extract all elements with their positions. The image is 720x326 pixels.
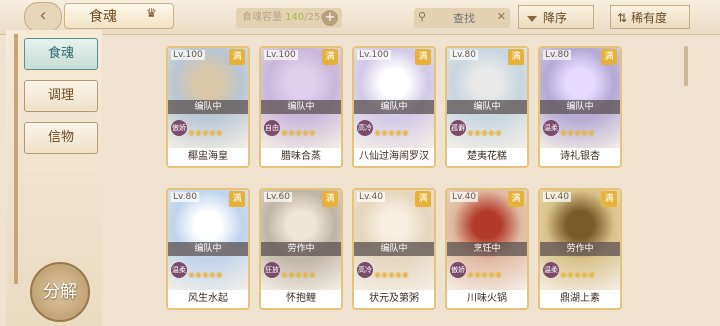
star-rating: ◉◉◉◉◉ — [188, 270, 223, 279]
character-name: 楚夷花糕 — [447, 148, 527, 166]
max-badge: 满 — [601, 49, 617, 65]
personality-badge: 温柔 — [543, 120, 559, 136]
max-badge: 满 — [508, 191, 524, 207]
star-rating: ◉◉◉◉◉ — [281, 270, 316, 279]
scrollbar[interactable] — [684, 46, 688, 86]
character-name: 风生水起 — [168, 290, 248, 308]
max-badge: 满 — [229, 191, 245, 207]
food-soul-card[interactable]: Lv.100 满编队中高冷 ◉◉◉◉◉ 八仙过海闹罗汉 — [352, 46, 436, 168]
search-input[interactable] — [434, 8, 494, 28]
level-label: Lv.80 — [543, 50, 571, 60]
level-label: Lv.100 — [357, 50, 391, 60]
top-bar: ‹ 食魂 ♛ 食魂容量 140/250 + ⚲ ✕ 降序 ⇅稀有度 — [0, 0, 720, 35]
character-name: 鼎湖上素 — [540, 290, 620, 308]
star-rating: ◉◉◉◉◉ — [560, 270, 595, 279]
tab-tuning[interactable]: 调理 — [24, 80, 98, 112]
personality-badge: 傲娇 — [171, 120, 187, 136]
personality-badge: 傲娇 — [450, 262, 466, 278]
tab-token[interactable]: 信物 — [24, 122, 98, 154]
max-badge: 满 — [322, 49, 338, 65]
max-badge: 满 — [322, 191, 338, 207]
food-soul-card[interactable]: Lv.100 满编队中自由 ◉◉◉◉◉ 腊味合蒸 — [259, 46, 343, 168]
level-label: Lv.40 — [357, 192, 385, 202]
tab-food-soul[interactable]: 食魂 — [24, 38, 98, 70]
character-name: 川味火锅 — [447, 290, 527, 308]
capacity-current: 140 — [285, 12, 305, 23]
status-label: 编队中 — [354, 242, 434, 256]
clear-search-icon[interactable]: ✕ — [497, 10, 506, 23]
max-badge: 满 — [415, 49, 431, 65]
level-label: Lv.40 — [543, 192, 571, 202]
sidebar-rail — [14, 34, 18, 284]
max-badge: 满 — [601, 191, 617, 207]
add-capacity-button[interactable]: + — [322, 10, 338, 26]
sort-key-button[interactable]: ⇅ 稀有度 — [610, 5, 690, 29]
max-badge: 满 — [508, 49, 524, 65]
star-rating: ◉◉◉◉◉ — [281, 128, 316, 137]
status-label: 编队中 — [447, 100, 527, 114]
search-icon: ⚲ — [418, 10, 427, 23]
food-soul-card[interactable]: Lv.80 满编队中温柔 ◉◉◉◉◉ 风生水起 — [166, 188, 250, 310]
level-label: Lv.100 — [264, 50, 298, 60]
personality-badge: 孤僻 — [450, 120, 466, 136]
character-name: 八仙过海闹罗汉 — [354, 148, 434, 166]
star-rating: ◉◉◉◉◉ — [374, 270, 409, 279]
sort-icon: ⇅ — [617, 11, 628, 25]
search-box[interactable]: ⚲ ✕ — [414, 8, 510, 28]
level-label: Lv.80 — [450, 50, 478, 60]
food-soul-card[interactable]: Lv.80 满编队中孤僻 ◉◉◉◉◉ 楚夷花糕 — [445, 46, 529, 168]
personality-badge: 高冷 — [357, 120, 373, 136]
character-name: 腊味合蒸 — [261, 148, 341, 166]
crown-icon: ♛ — [146, 6, 157, 20]
star-rating: ◉◉◉◉◉ — [188, 128, 223, 137]
sort-arrow-icon — [527, 15, 537, 22]
personality-badge: 自由 — [264, 120, 280, 136]
decompose-button[interactable]: 分解 — [30, 262, 90, 322]
personality-badge: 狂放 — [264, 262, 280, 278]
status-label: 烹饪中 — [447, 242, 527, 256]
character-name: 状元及第粥 — [354, 290, 434, 308]
chevron-left-icon: ‹ — [39, 5, 47, 26]
max-badge: 满 — [229, 49, 245, 65]
food-soul-card[interactable]: Lv.80 满编队中温柔 ◉◉◉◉◉ 诗礼银杏 — [538, 46, 622, 168]
food-soul-card[interactable]: Lv.100 满编队中傲娇 ◉◉◉◉◉ 椰盅海皇 — [166, 46, 250, 168]
food-soul-card[interactable]: Lv.40 满烹饪中傲娇 ◉◉◉◉◉ 川味火锅 — [445, 188, 529, 310]
personality-badge: 温柔 — [171, 262, 187, 278]
star-rating: ◉◉◉◉◉ — [467, 128, 502, 137]
level-label: Lv.100 — [171, 50, 205, 60]
status-label: 编队中 — [168, 100, 248, 114]
capacity-label: 食魂容量 — [242, 12, 282, 23]
star-rating: ◉◉◉◉◉ — [467, 270, 502, 279]
food-soul-card[interactable]: Lv.60 满劳作中狂放 ◉◉◉◉◉ 怀抱鲤 — [259, 188, 343, 310]
status-label: 编队中 — [261, 100, 341, 114]
status-label: 编队中 — [354, 100, 434, 114]
sort-order-button[interactable]: 降序 — [518, 5, 594, 29]
max-badge: 满 — [415, 191, 431, 207]
character-name: 诗礼银杏 — [540, 148, 620, 166]
character-name: 怀抱鲤 — [261, 290, 341, 308]
status-label: 劳作中 — [540, 242, 620, 256]
food-soul-card[interactable]: Lv.40 满劳作中温柔 ◉◉◉◉◉ 鼎湖上素 — [538, 188, 622, 310]
status-label: 编队中 — [540, 100, 620, 114]
character-name: 椰盅海皇 — [168, 148, 248, 166]
back-button[interactable]: ‹ — [24, 2, 62, 32]
star-rating: ◉◉◉◉◉ — [560, 128, 595, 137]
level-label: Lv.80 — [171, 192, 199, 202]
personality-badge: 高冷 — [357, 262, 373, 278]
star-rating: ◉◉◉◉◉ — [374, 128, 409, 137]
level-label: Lv.40 — [450, 192, 478, 202]
status-label: 编队中 — [168, 242, 248, 256]
food-soul-card[interactable]: Lv.40 满编队中高冷 ◉◉◉◉◉ 状元及第粥 — [352, 188, 436, 310]
page-title: 食魂 — [64, 3, 174, 29]
personality-badge: 温柔 — [543, 262, 559, 278]
status-label: 劳作中 — [261, 242, 341, 256]
level-label: Lv.60 — [264, 192, 292, 202]
